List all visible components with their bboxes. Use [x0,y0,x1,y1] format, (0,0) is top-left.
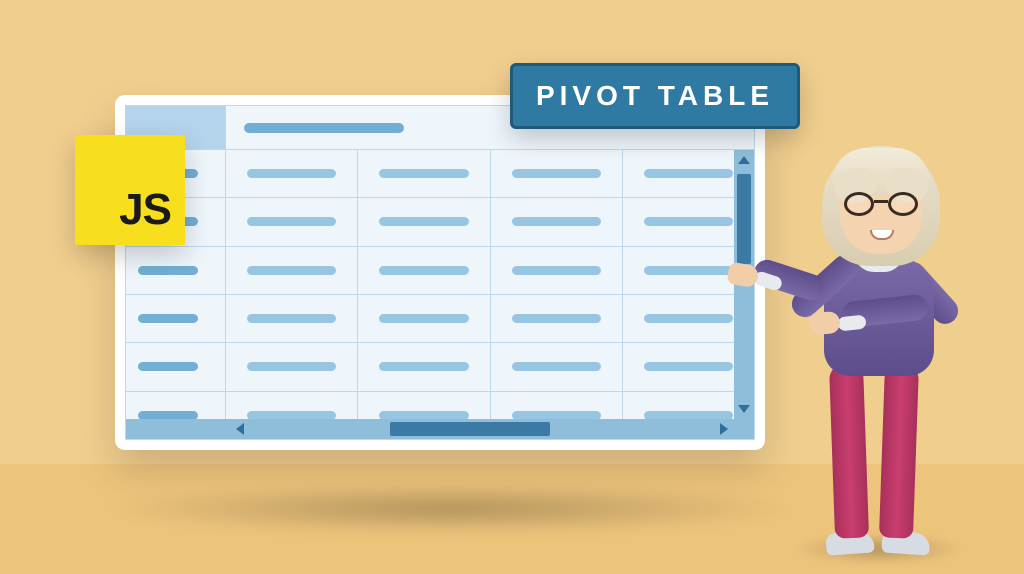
table-cell [491,198,623,245]
placeholder-bar [512,314,601,323]
placeholder-bar [138,314,198,323]
table-cell [226,247,358,294]
placeholder-bar [379,266,468,275]
placeholder-bar [644,362,733,371]
table-cell [358,343,490,390]
table-cell [491,247,623,294]
table-cell [226,343,358,390]
title-text: PIVOT TABLE [536,80,774,112]
placeholder-bar [644,217,733,226]
placeholder-bar [512,362,601,371]
row-cells [226,150,754,197]
table-cell [358,150,490,197]
table-row [126,150,754,198]
placeholder-bar [644,266,733,275]
placeholder-bar [247,169,336,178]
glasses-bridge [874,200,888,203]
placeholder-bar [138,266,198,275]
table-cell [358,198,490,245]
leg [879,362,919,538]
header-bar [244,123,404,133]
placeholder-bar [379,169,468,178]
table-row [126,247,754,295]
table-cell [358,247,490,294]
panel-shadow [100,484,800,534]
row-cells [226,343,754,390]
pivot-table-panel [115,95,765,450]
row-header-cell [126,343,226,390]
row-cells [226,198,754,245]
table-cell [358,295,490,342]
placeholder-bar [512,169,601,178]
scroll-up-icon[interactable] [738,156,750,164]
table-cell [491,343,623,390]
placeholder-bar [247,217,336,226]
horizontal-scroll-thumb[interactable] [390,422,550,436]
title-badge: PIVOT TABLE [510,63,800,129]
placeholder-bar [644,169,733,178]
placeholder-bar [247,266,336,275]
table-row [126,343,754,391]
pivot-table [125,105,755,440]
placeholder-bar [247,314,336,323]
placeholder-bar [512,217,601,226]
vertical-scroll-thumb[interactable] [737,174,751,264]
scroll-down-icon[interactable] [738,405,750,413]
placeholder-bar [379,217,468,226]
placeholder-bar [644,314,733,323]
placeholder-bar [379,314,468,323]
row-header-cell [126,247,226,294]
placeholder-bar [138,362,198,371]
lens [888,192,918,216]
character [784,114,964,554]
scroll-left-icon[interactable] [236,423,244,435]
placeholder-bar [512,266,601,275]
row-cells [226,247,754,294]
js-logo-badge: JS [75,135,185,245]
horizontal-scrollbar[interactable] [126,419,754,439]
glasses-icon [844,192,918,216]
row-header-cell [126,295,226,342]
table-row [126,198,754,246]
row-cells [226,295,754,342]
table-row [126,295,754,343]
table-cell [226,150,358,197]
table-cell [491,295,623,342]
placeholder-bar [247,362,336,371]
js-logo-text: JS [119,185,171,235]
placeholder-bar [379,362,468,371]
lens [844,192,874,216]
table-cell [226,295,358,342]
table-cell [226,198,358,245]
table-cell [491,150,623,197]
scroll-right-icon[interactable] [720,423,728,435]
table-body [126,150,754,439]
leg [829,362,869,538]
